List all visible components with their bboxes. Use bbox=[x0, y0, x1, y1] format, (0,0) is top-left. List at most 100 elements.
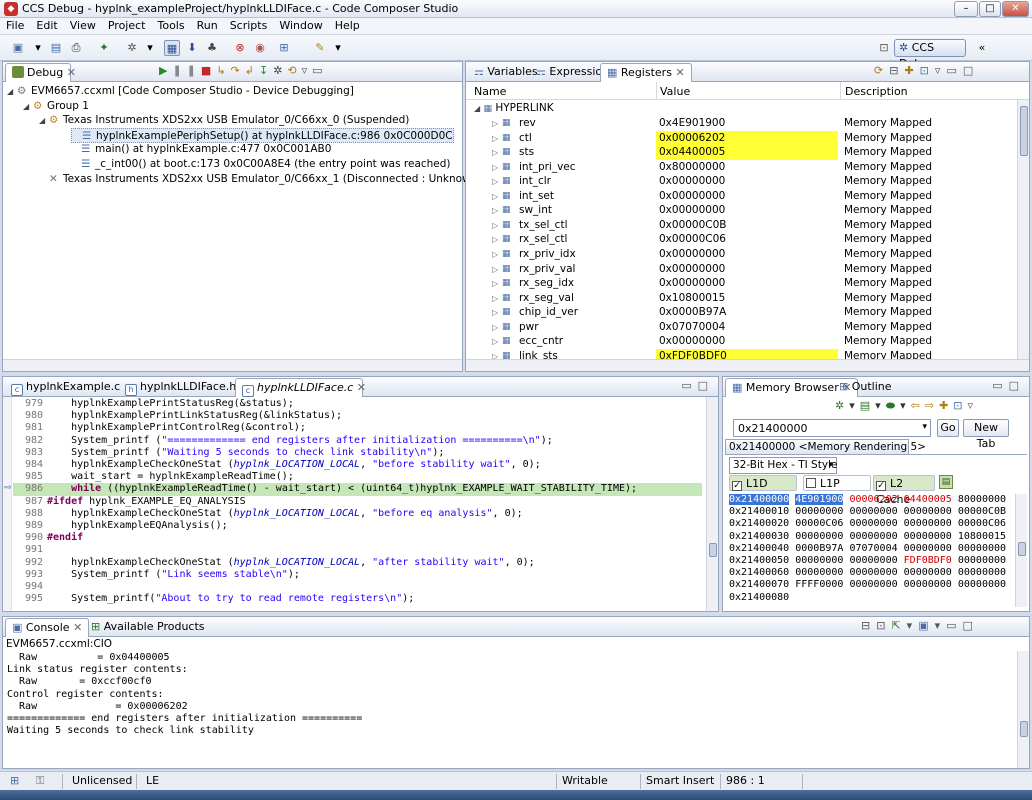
maximize-button[interactable]: □ bbox=[979, 1, 1001, 17]
code-line[interactable]: 986 while ((hyplnkExampleReadTime() - wa… bbox=[13, 483, 702, 496]
collapsed-arrow-icon[interactable]: ▷ bbox=[492, 145, 498, 160]
collapsed-arrow-icon[interactable]: ▷ bbox=[492, 247, 498, 262]
dropdown-arrow-icon[interactable]: ▾ bbox=[900, 399, 911, 412]
register-value[interactable]: 0x04400005 bbox=[656, 145, 838, 161]
disconnect-icon[interactable]: ⊗ bbox=[232, 40, 248, 56]
new-tab-button[interactable]: New Tab bbox=[963, 419, 1009, 450]
register-value[interactable]: 0x07070004 bbox=[656, 320, 838, 335]
collapsed-arrow-icon[interactable]: ▷ bbox=[492, 131, 498, 146]
memory-scrollbar[interactable] bbox=[1015, 494, 1027, 607]
memory-word[interactable]: 00000000 bbox=[904, 579, 952, 590]
code-line[interactable]: 991 bbox=[13, 544, 702, 556]
debug-tree-item[interactable]: ☰ _c_int00() at boot.c:173 0x0C00A8E4 (th… bbox=[71, 157, 451, 172]
expanded-arrow-icon[interactable]: ◢ bbox=[474, 104, 480, 113]
clear-console-icon[interactable]: ⊟ bbox=[861, 619, 876, 632]
register-row[interactable]: ▷ ▦ sts 0x04400005 Memory Mapped bbox=[466, 145, 1015, 161]
horizontal-scrollbar[interactable] bbox=[466, 359, 1029, 371]
view-menu-icon[interactable]: ▿ bbox=[968, 399, 979, 412]
l1d-cache-checkbox[interactable]: ✓L1D Cache bbox=[729, 475, 797, 506]
view-menu-icon[interactable]: ▿ bbox=[935, 64, 947, 77]
minimize-button[interactable]: – bbox=[954, 1, 978, 17]
menu-run[interactable]: Run bbox=[191, 18, 224, 32]
step-over-icon[interactable]: ↷ bbox=[231, 64, 245, 77]
code-line[interactable]: 983 System_printf ("Waiting 5 seconds to… bbox=[13, 447, 702, 459]
collapsed-arrow-icon[interactable]: ▷ bbox=[492, 218, 498, 233]
new-rendering-icon[interactable]: ✚ bbox=[939, 399, 953, 412]
debug-tree-item[interactable]: ◢ ⚙ Texas Instruments XDS2xx USB Emulator_… bbox=[39, 113, 409, 128]
minimize-view-icon[interactable]: ▭ bbox=[946, 64, 962, 77]
memory-word[interactable]: 00000000 bbox=[849, 555, 897, 566]
memory-word[interactable]: 00000000 bbox=[904, 518, 952, 529]
memory-word[interactable]: 00000000 bbox=[795, 506, 843, 517]
memory-row[interactable]: 0x21400070 FFFF0000 00000000 00000000 00… bbox=[729, 579, 1006, 591]
memory-word[interactable]: FDF0BDF0 bbox=[904, 555, 952, 566]
code-line[interactable]: 992 hyplnkExampleCheckOneStat (hyplnk_LO… bbox=[13, 557, 702, 569]
memory-word[interactable]: 0000B97A bbox=[795, 543, 843, 554]
tab-available-products[interactable]: ⊞ Available Products bbox=[85, 618, 211, 637]
debug-gear-icon[interactable]: ✲ bbox=[124, 40, 140, 56]
code-line[interactable]: 994 bbox=[13, 581, 702, 593]
save-icon[interactable]: ▤ bbox=[48, 40, 64, 56]
load-memory-icon[interactable]: ⬬ bbox=[886, 399, 900, 412]
vertical-scrollbar[interactable] bbox=[1017, 100, 1029, 359]
memory-word[interactable]: 80000000 bbox=[958, 494, 1006, 505]
load-program-icon[interactable]: ⬇ bbox=[184, 40, 200, 56]
memory-word[interactable]: 00000000 bbox=[849, 518, 897, 529]
register-group-row[interactable]: ◢ ▦ HYPERLINK bbox=[474, 101, 554, 116]
code-line[interactable]: 985 wait_start = hyplnkExampleReadTime()… bbox=[13, 471, 702, 483]
memory-word[interactable]: 00000000 bbox=[958, 567, 1006, 578]
register-value[interactable]: 0x00006202 bbox=[656, 130, 838, 146]
scroll-lock-icon[interactable]: ⊡ bbox=[876, 619, 891, 632]
dropdown-arrow-icon[interactable]: ▾ bbox=[30, 40, 46, 56]
maximize-view-icon[interactable]: □ bbox=[963, 64, 979, 77]
menu-window[interactable]: Window bbox=[273, 18, 328, 32]
collapsed-arrow-icon[interactable]: ▷ bbox=[492, 276, 498, 291]
register-value[interactable]: 0xFDF0BDF0 bbox=[656, 348, 838, 359]
register-row[interactable]: ▷ ▦ tx_sel_ctl 0x00000C0B Memory Mapped bbox=[466, 218, 1015, 233]
tab-hyplnkLLDIFace-h[interactable]: h hyplnkLLDIFace.h bbox=[119, 378, 236, 397]
reset-icon[interactable]: ✲ bbox=[273, 64, 287, 77]
dropdown-arrow-icon[interactable]: ▾ bbox=[849, 399, 860, 412]
view-menu-icon[interactable]: ▿ bbox=[302, 64, 313, 77]
register-value[interactable]: 0x0000B97A bbox=[656, 305, 838, 320]
memory-word[interactable]: 00000000 bbox=[958, 555, 1006, 566]
collapsed-arrow-icon[interactable]: ▷ bbox=[492, 232, 498, 247]
register-value[interactable]: 0x00000000 bbox=[656, 247, 838, 262]
format-select[interactable]: 32-Bit Hex - TI Style ▾ bbox=[729, 457, 837, 474]
register-row[interactable]: ▷ ▦ ctl 0x00006202 Memory Mapped bbox=[466, 130, 1015, 146]
flash-icon[interactable]: ♣ bbox=[204, 40, 220, 56]
memory-word[interactable]: 00000000 bbox=[795, 567, 843, 578]
memory-word[interactable]: 00000C06 bbox=[958, 518, 1006, 529]
memory-word[interactable]: 04400005 bbox=[904, 494, 952, 505]
menu-scripts[interactable]: Scripts bbox=[224, 18, 274, 32]
tab-hyplnkExample-c[interactable]: c hyplnkExample.c bbox=[5, 378, 120, 397]
menu-project[interactable]: Project bbox=[102, 18, 152, 32]
maximize-view-icon[interactable]: □ bbox=[1009, 379, 1025, 392]
memory-row[interactable]: 0x21400040 0000B97A 07070004 00000000 00… bbox=[729, 543, 1006, 555]
expanded-arrow-icon[interactable]: ◢ bbox=[39, 113, 49, 128]
memory-row[interactable]: 0x21400030 00000000 00000000 00000000 10… bbox=[729, 531, 1006, 543]
register-value[interactable]: 0x00000000 bbox=[656, 174, 838, 189]
memory-word[interactable]: 00000000 bbox=[849, 531, 897, 542]
dropdown-arrow-icon[interactable]: ▾ bbox=[828, 460, 833, 470]
dropdown-arrow-icon[interactable]: ▾ bbox=[875, 399, 886, 412]
horizontal-scrollbar[interactable] bbox=[3, 359, 462, 371]
close-window-button[interactable]: ✕ bbox=[1002, 1, 1029, 17]
tab-outline[interactable]: ⊞ Outline bbox=[833, 378, 898, 397]
menu-help[interactable]: Help bbox=[329, 18, 366, 32]
minimize-view-icon[interactable]: ▭ bbox=[681, 379, 697, 392]
memory-word[interactable]: 07070004 bbox=[849, 543, 897, 554]
register-row[interactable]: ▷ ▦ int_pri_vec 0x80000000 Memory Mapped bbox=[466, 160, 1015, 175]
collapsed-arrow-icon[interactable]: ▷ bbox=[492, 116, 498, 131]
dropdown-arrow-icon[interactable]: ▾ bbox=[935, 619, 947, 632]
register-row[interactable]: ▷ ▦ sw_int 0x00000000 Memory Mapped bbox=[466, 203, 1015, 218]
register-row[interactable]: ▷ ▦ rx_seg_idx 0x00000000 Memory Mapped bbox=[466, 276, 1015, 291]
dropdown-arrow-icon[interactable]: ▾ bbox=[142, 40, 158, 56]
register-value[interactable]: 0x00000000 bbox=[656, 334, 838, 349]
code-line[interactable]: 982 System_printf ("============= end re… bbox=[13, 435, 702, 447]
pin-console-icon[interactable]: ⇱ bbox=[891, 619, 906, 632]
tab-debug[interactable]: Debug ✕ bbox=[5, 63, 76, 82]
scrollbar-thumb[interactable] bbox=[709, 543, 717, 557]
open-perspective-icon[interactable]: ⊡ bbox=[876, 40, 892, 56]
external-tools-icon[interactable]: ✎ bbox=[312, 40, 328, 56]
